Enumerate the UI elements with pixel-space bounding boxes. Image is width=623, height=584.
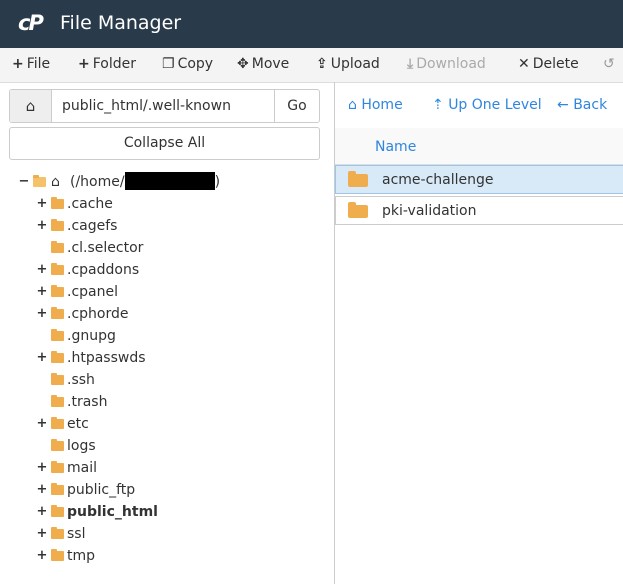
new-folder-button[interactable]: + Folder <box>78 56 136 72</box>
toolbar: + File + Folder ❐ Copy ✥ Move ⇪ Upload ⤓ Downl… <box>0 48 623 83</box>
expand-icon[interactable]: + <box>36 259 48 281</box>
expand-icon[interactable]: + <box>36 303 48 325</box>
copy-icon: ❐ <box>162 56 175 72</box>
tree-item-label: public_ftp <box>67 482 136 498</box>
tree-item-label: .cpanel <box>67 284 118 300</box>
back-link-label: Back <box>573 97 608 113</box>
download-icon: ⤓ <box>407 56 414 72</box>
tree-item-label: ssl <box>67 526 86 542</box>
up-one-level-label: Up One Level <box>448 97 542 113</box>
delete-button[interactable]: ✕ Delete <box>518 56 579 72</box>
copy-label: Copy <box>177 56 214 72</box>
path-input[interactable]: public_html/.well-known <box>52 90 282 122</box>
new-folder-label: Folder <box>92 56 136 72</box>
folder-icon <box>51 483 64 495</box>
tree-item-label: .ssh <box>67 372 95 388</box>
go-button[interactable]: Go <box>274 90 319 122</box>
restore-icon[interactable]: ↺ <box>603 56 615 72</box>
expand-icon[interactable]: + <box>36 413 48 435</box>
new-file-button[interactable]: + File <box>12 56 50 72</box>
folder-icon <box>51 549 64 561</box>
upload-label: Upload <box>330 56 380 72</box>
back-link[interactable]: ← Back <box>557 97 607 113</box>
tree-item-label: .cpaddons <box>67 262 140 278</box>
home-icon: ⌂ <box>51 174 60 190</box>
tree-item-label: .cache <box>67 196 113 212</box>
expand-icon[interactable]: + <box>36 457 48 479</box>
tree-root-prefix: (/home/ <box>70 174 125 190</box>
folder-icon <box>51 285 64 297</box>
file-row[interactable]: pki-validation <box>335 196 623 225</box>
title-bar: cP File Manager <box>0 0 623 48</box>
folder-icon <box>51 241 64 253</box>
folder-icon <box>348 202 368 218</box>
folder-icon <box>51 461 64 473</box>
expand-icon[interactable]: + <box>36 501 48 523</box>
home-link-label: Home <box>361 97 403 113</box>
collapse-icon[interactable]: − <box>18 171 30 193</box>
file-row[interactable]: acme-challenge <box>335 165 623 194</box>
tree-item-label: tmp <box>67 548 96 564</box>
folder-icon <box>51 219 64 231</box>
expand-icon[interactable]: + <box>36 523 48 545</box>
expand-icon[interactable]: + <box>36 193 48 215</box>
tree-item-label: .trash <box>67 394 108 410</box>
cpanel-logo: cP <box>18 11 44 35</box>
tree-root-label: (/home/) <box>70 171 220 193</box>
download-button[interactable]: ⤓ Download <box>407 56 486 72</box>
up-one-level-link[interactable]: ⇡ Up One Level <box>432 97 542 113</box>
close-icon: ✕ <box>518 56 530 72</box>
tree-item-label: logs <box>67 438 96 454</box>
folder-icon <box>51 395 64 407</box>
home-icon[interactable]: ⌂ <box>10 90 52 122</box>
home-link[interactable]: ⌂ Home <box>348 97 403 113</box>
expand-icon[interactable]: + <box>36 281 48 303</box>
upload-button[interactable]: ⇪ Upload <box>316 56 380 72</box>
tree-item-label: .gnupg <box>67 328 116 344</box>
expand-icon[interactable]: + <box>36 479 48 501</box>
expand-icon[interactable]: + <box>36 347 48 369</box>
folder-icon <box>51 505 64 517</box>
path-bar: ⌂ public_html/.well-known Go <box>9 89 320 123</box>
plus-icon: + <box>78 56 90 72</box>
folder-icon <box>51 263 64 275</box>
expand-icon[interactable]: + <box>36 215 48 237</box>
upload-icon: ⇪ <box>316 56 328 72</box>
folder-icon <box>51 351 64 363</box>
tree-item-label: .cphorde <box>67 306 129 322</box>
tree-item-label: .cagefs <box>67 218 118 234</box>
folder-icon <box>51 417 64 429</box>
tree-item-label: etc <box>67 416 89 432</box>
move-label: Move <box>251 56 290 72</box>
navigation-bar: ⌂ Home ⇡ Up One Level ← Back <box>335 82 623 129</box>
delete-label: Delete <box>532 56 579 72</box>
folder-icon <box>51 329 64 341</box>
tree-item-label: .htpasswds <box>67 350 146 366</box>
folder-icon <box>51 439 64 451</box>
tree-item-label: .cl.selector <box>67 240 144 256</box>
collapse-all-button[interactable]: Collapse All <box>9 127 320 160</box>
tree-item-label: public_html <box>67 504 158 520</box>
file-name: pki-validation <box>382 203 477 219</box>
plus-icon: + <box>12 56 24 72</box>
folder-icon <box>51 307 64 319</box>
file-list-header: Name <box>335 128 623 165</box>
tree-root-suffix: ) <box>214 174 221 190</box>
folder-icon <box>51 197 64 209</box>
move-button[interactable]: ✥ Move <box>237 56 289 72</box>
folder-open-icon <box>33 175 46 187</box>
new-file-label: File <box>26 56 51 72</box>
folder-icon <box>51 373 64 385</box>
move-icon: ✥ <box>237 56 249 72</box>
app-title: File Manager <box>60 12 182 34</box>
download-label: Download <box>416 56 486 72</box>
name-column-header[interactable]: Name <box>375 139 416 155</box>
copy-button[interactable]: ❐ Copy <box>162 56 213 72</box>
file-name: acme-challenge <box>382 172 494 188</box>
folder-icon <box>51 527 64 539</box>
redacted-username <box>124 171 215 190</box>
folder-icon <box>348 171 368 187</box>
expand-icon[interactable]: + <box>36 545 48 567</box>
tree-item-label: mail <box>67 460 97 476</box>
